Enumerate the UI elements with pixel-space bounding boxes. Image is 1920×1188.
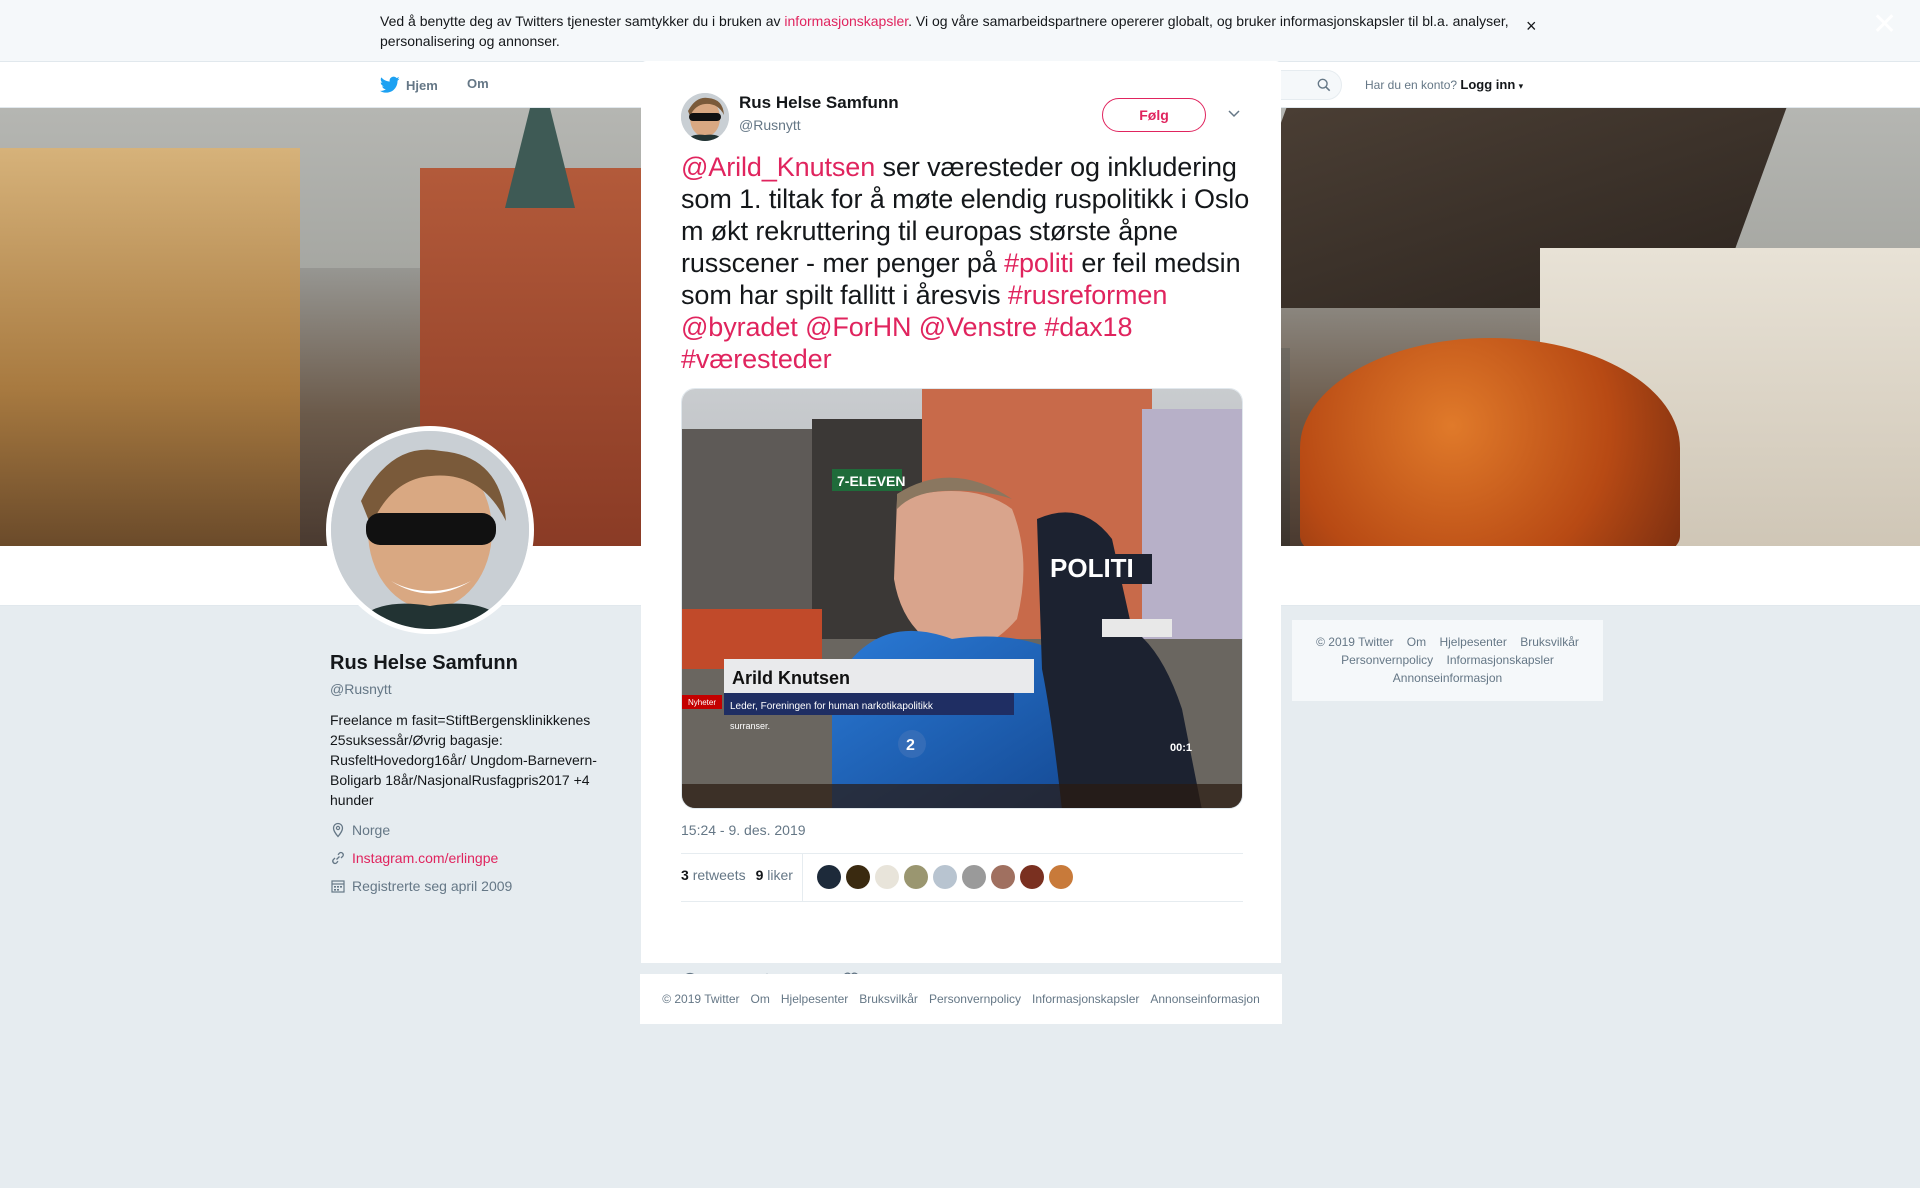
- profile-website-link[interactable]: Instagram.com/erlingpe: [352, 850, 498, 866]
- liker-avatar[interactable]: [962, 865, 986, 889]
- profile-location: Norge: [330, 822, 390, 838]
- tweet-text: @Arild_Knutsen ser væresteder og inklude…: [681, 151, 1251, 375]
- mfooter-link-terms[interactable]: Bruksvilkår: [859, 992, 918, 1006]
- profile-avatar-image: [331, 431, 529, 629]
- mention-link[interactable]: @ForHN: [805, 312, 911, 342]
- police-label: POLITI: [1050, 553, 1134, 583]
- store-sign: 7-ELEVEN: [837, 473, 905, 489]
- profile-joined: Registrerte seg april 2009: [330, 878, 512, 894]
- lower-third-name: Arild Knutsen: [732, 668, 850, 688]
- footer-link-om[interactable]: Om: [1407, 635, 1426, 649]
- footer-link-terms[interactable]: Bruksvilkår: [1520, 635, 1579, 649]
- hashtag-link[interactable]: #rusreformen: [1008, 280, 1167, 310]
- mfooter-link-cookies[interactable]: Informasjonskapsler: [1032, 992, 1139, 1006]
- retweets-stat[interactable]: 3 retweets: [681, 867, 746, 883]
- footer-link-cookies[interactable]: Informasjonskapsler: [1447, 653, 1554, 667]
- mention-link[interactable]: @byradet: [681, 312, 798, 342]
- liker-avatar[interactable]: [933, 865, 957, 889]
- follow-button[interactable]: Følg: [1102, 98, 1206, 132]
- profile-joined-text: Registrerte seg april 2009: [352, 878, 513, 894]
- tweet-stats: 3 retweets 9 liker: [681, 867, 793, 883]
- banner-spire: [505, 108, 575, 208]
- liker-avatars: [817, 865, 1073, 889]
- chevron-down-icon[interactable]: [1226, 105, 1242, 121]
- profile-website: Instagram.com/erlingpe: [330, 850, 498, 866]
- cookie-text-before: Ved å benytte deg av Twitters tjenester …: [380, 13, 785, 29]
- profile-location-text: Norge: [352, 822, 391, 838]
- likes-stat[interactable]: 9 liker: [756, 867, 793, 883]
- likes-count: 9: [755, 867, 764, 883]
- caret-down-icon[interactable]: ▾: [1519, 81, 1524, 91]
- footer-link-ads[interactable]: Annonseinformasjon: [1393, 671, 1502, 685]
- profile-avatar[interactable]: [326, 426, 534, 634]
- search-icon[interactable]: [1317, 78, 1331, 92]
- tweet-media-frame: 7-ELEVEN POLITI Arild Knutsen Leder, For…: [682, 389, 1242, 808]
- tweet-text-segment: [798, 312, 805, 342]
- account-prompt: Har du en konto?: [1365, 78, 1458, 92]
- mfooter-link-om[interactable]: Om: [751, 992, 770, 1006]
- divider-top: [681, 853, 1243, 854]
- twitter-bird-icon: [380, 76, 400, 93]
- profile-bio: Freelance m fasit=StiftBergensklinikkene…: [330, 712, 597, 808]
- cookie-link[interactable]: informasjonskapsler: [784, 13, 908, 29]
- cookie-text: Ved å benytte deg av Twitters tjenester …: [380, 11, 1520, 51]
- hashtag-link[interactable]: #dax18: [1044, 312, 1132, 342]
- tweet-media-image[interactable]: 7-ELEVEN POLITI Arild Knutsen Leder, For…: [681, 388, 1243, 809]
- lower-third-sub: Nyheter: [688, 698, 716, 707]
- footer-link-privacy[interactable]: Personvernpolicy: [1341, 653, 1433, 667]
- banner-building-left: [0, 148, 300, 546]
- tweet-author-avatar[interactable]: [681, 93, 729, 141]
- tweet-author-handle[interactable]: @Rusnytt: [739, 117, 801, 133]
- stats-separator: [802, 853, 803, 901]
- liker-avatar[interactable]: [1020, 865, 1044, 889]
- retweets-label: retweets: [692, 867, 746, 883]
- calendar-icon: [331, 880, 345, 893]
- liker-avatar[interactable]: [875, 865, 899, 889]
- tweet-modal: Rus Helse Samfunn @Rusnytt Følg @Arild_K…: [641, 61, 1281, 989]
- nav-home-label: Hjem: [406, 77, 438, 93]
- timecode: 00:1: [1170, 742, 1192, 754]
- tweet-timestamp[interactable]: 15:24 - 9. des. 2019: [681, 822, 806, 838]
- retweets-count: 3: [681, 867, 689, 883]
- tweet-author-avatar-image: [681, 93, 729, 141]
- divider-bottom: [681, 901, 1243, 902]
- liker-avatar[interactable]: [846, 865, 870, 889]
- profile-name: Rus Helse Samfunn: [330, 652, 518, 674]
- nav-about[interactable]: Om: [467, 76, 489, 91]
- liker-avatar[interactable]: [1049, 865, 1073, 889]
- lower-third-title: Leder, Foreningen for human narkotikapol…: [730, 701, 934, 712]
- sidebar-footer: © 2019 Twitter Om Hjelpesenter Bruksvilk…: [1291, 619, 1604, 702]
- likes-label: liker: [767, 867, 793, 883]
- mfooter-copyright[interactable]: © 2019 Twitter: [662, 992, 739, 1006]
- tweet-author-name[interactable]: Rus Helse Samfunn: [739, 93, 899, 113]
- cookie-close-icon[interactable]: ×: [1526, 16, 1537, 37]
- hashtag-link[interactable]: #politi: [1004, 248, 1074, 278]
- nav-home[interactable]: Hjem: [380, 76, 438, 94]
- link-icon: [332, 851, 344, 865]
- location-pin-icon: [332, 822, 344, 838]
- cookie-banner: Ved å benytte deg av Twitters tjenester …: [0, 0, 1920, 62]
- mfooter-link-help[interactable]: Hjelpesenter: [781, 992, 848, 1006]
- banner-autumn-tree: [1300, 338, 1680, 546]
- close-modal-icon[interactable]: ✕: [1872, 8, 1897, 42]
- hashtag-link[interactable]: #væresteder: [681, 344, 832, 374]
- mfooter-link-ads[interactable]: Annonseinformasjon: [1150, 992, 1259, 1006]
- mention-link[interactable]: @Arild_Knutsen: [681, 152, 875, 182]
- channel-number: 2: [906, 737, 915, 754]
- liker-avatar[interactable]: [904, 865, 928, 889]
- tweet-text-segment: [911, 312, 918, 342]
- liker-avatar[interactable]: [991, 865, 1015, 889]
- lower-third-extra: surranser.: [730, 721, 770, 731]
- login-link[interactable]: Logg inn: [1460, 77, 1515, 92]
- mention-link[interactable]: @Venstre: [919, 312, 1037, 342]
- liker-avatar[interactable]: [817, 865, 841, 889]
- mfooter-link-privacy[interactable]: Personvernpolicy: [929, 992, 1021, 1006]
- footer-copyright[interactable]: © 2019 Twitter: [1316, 635, 1393, 649]
- profile-handle: @Rusnytt: [330, 681, 392, 697]
- account-area: Har du en konto? Logg inn ▾: [1365, 77, 1523, 92]
- modal-footer: © 2019 Twitter Om Hjelpesenter Bruksvilk…: [640, 974, 1282, 1024]
- footer-link-help[interactable]: Hjelpesenter: [1439, 635, 1506, 649]
